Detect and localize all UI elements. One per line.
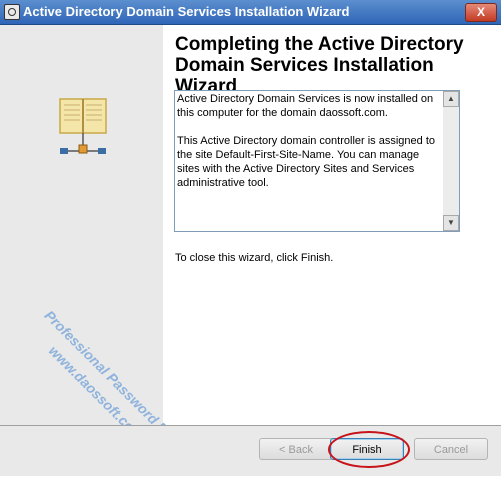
window-title: Active Directory Domain Services Install… — [23, 4, 350, 19]
cancel-button[interactable]: Cancel — [414, 438, 488, 460]
close-button[interactable]: X — [465, 3, 497, 22]
close-instruction: To close this wizard, click Finish. — [175, 252, 334, 264]
summary-paragraph-2: This Active Directory domain controller … — [177, 135, 435, 189]
back-button[interactable]: < Back — [259, 438, 333, 460]
scroll-up-icon[interactable]: ▲ — [443, 91, 459, 107]
app-icon[interactable] — [4, 4, 20, 20]
title-bar[interactable]: Active Directory Domain Services Install… — [0, 0, 501, 25]
summary-textbox[interactable]: Active Directory Domain Services is now … — [174, 90, 460, 232]
book-icon — [59, 98, 107, 154]
summary-paragraph-1: Active Directory Domain Services is now … — [177, 93, 434, 119]
vertical-scrollbar[interactable]: ▲ ▼ — [443, 91, 459, 231]
summary-text: Active Directory Domain Services is now … — [177, 92, 439, 204]
page-heading: Completing the Active Directory Domain S… — [175, 34, 464, 97]
scroll-down-icon[interactable]: ▼ — [443, 215, 459, 231]
finish-button[interactable]: Finish — [330, 438, 404, 460]
